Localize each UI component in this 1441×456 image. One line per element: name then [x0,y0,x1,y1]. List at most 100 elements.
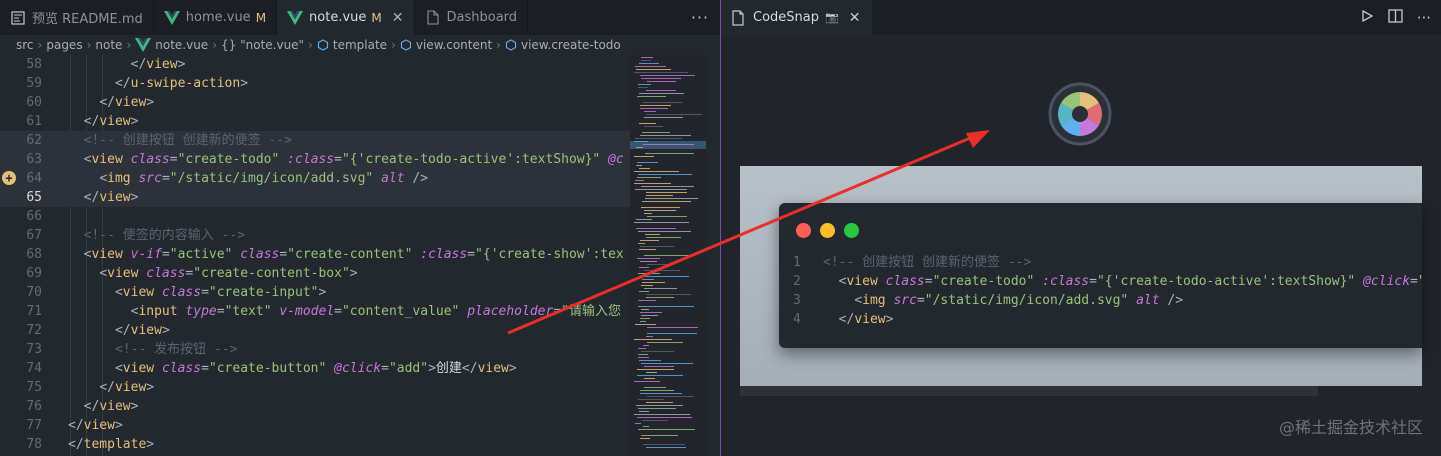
code-line[interactable]: 75 </view> [0,378,630,397]
code-line[interactable]: 63 <view class="create-todo" :class="{'c… [0,150,630,169]
minimap-line [643,144,694,145]
minimap-line [640,75,695,76]
minimap-line [635,324,656,325]
tab-note-vue[interactable]: note.vue M ✕ [277,0,415,35]
modified-badge: M [371,10,382,25]
minimap-line [642,201,691,202]
code-line[interactable]: 69 <view class="create-content-box"> [0,264,630,283]
breadcrumb-item[interactable]: note.vue [135,38,208,52]
split-editor-icon[interactable] [1388,8,1403,27]
minimap[interactable] [630,55,706,456]
minimap-line [635,423,641,424]
code-line[interactable]: 73 <!-- 发布按钮 --> [0,340,630,359]
line-number: 59 [26,76,42,91]
element-icon [505,39,517,51]
tab-label: 预览 README.md [32,12,143,27]
code-line[interactable]: 67 <!-- 便签的内容输入 --> [0,226,630,245]
minimap-line [635,138,682,139]
minimap-line [634,222,689,223]
minimap-line [638,273,660,274]
tab-codesnap[interactable]: CodeSnap 📷 ✕ [721,0,873,35]
code-text: <!-- 发布按钮 --> [114,342,238,357]
code-line[interactable]: 76 </view> [0,397,630,416]
code-line[interactable]: 61 </view> [0,112,630,131]
minimap-line [636,69,671,70]
minimap-line [647,333,697,334]
code-text: <view class="create-input"> [114,285,327,300]
minimap-line [641,315,658,316]
line-number: 74 [26,361,42,376]
tab-label: Dashboard [446,10,518,25]
code-line[interactable]: 74 <view class="create-button" @click="a… [0,359,630,378]
code-line[interactable]: 71 <input type="text" v-model="content_v… [0,302,630,321]
code-line[interactable]: 77 </view> [0,416,630,435]
minimap-line [646,447,686,448]
lightbulb-icon[interactable]: + [2,171,16,185]
minimap-line [638,354,648,355]
code-line[interactable]: 66 [0,207,630,226]
vertical-scrollbar[interactable] [706,55,720,456]
code-line[interactable]: 65 </view> [0,188,630,207]
code-line[interactable]: 58 </view> [0,55,630,74]
minimap-line [640,240,659,241]
minimap-line [644,210,676,211]
codesnap-content: 1 <!-- 创建按钮 创建新的便签 --> 2 <view class="crea… [721,35,1441,456]
breadcrumb-item[interactable]: {} "note.vue" [221,38,304,52]
line-number: 71 [26,304,42,319]
minimap-line [646,90,676,91]
minimap-line [636,219,652,220]
breadcrumb-item[interactable]: note [95,38,122,52]
minimap-line [641,363,693,364]
modified-badge: M [255,10,267,25]
minimap-line [641,435,678,436]
breadcrumb-item[interactable]: view.content [400,38,492,52]
minimap-line [638,306,694,307]
minimap-line [646,297,674,298]
code-editor[interactable]: 58 </view> 59 </u-swipe-action> 60 </view>… [0,55,630,456]
minimap-line [643,444,685,445]
line-number: 75 [26,380,42,395]
minimap-line [638,87,648,88]
minimap-line [643,102,682,103]
code-text: </view> [68,418,123,433]
breadcrumb-item[interactable]: pages [46,38,82,52]
minimap-line [640,393,682,394]
close-icon[interactable]: ✕ [392,10,404,26]
minimap-line [641,60,651,61]
code-line[interactable]: 78 </template> [0,435,630,454]
line-number: 62 [26,133,42,148]
chevron-right-icon: › [37,38,43,52]
snippet-line: 1 <!-- 创建按钮 创建新的便签 --> [779,253,1422,272]
line-number: 65 [26,190,42,205]
code-line[interactable]: 70 <view class="create-input"> [0,283,630,302]
chevron-right-icon: › [496,38,501,52]
tab-dashboard[interactable]: Dashboard [415,0,529,35]
minimap-line [641,57,653,58]
minimap-line [644,111,656,112]
code-text: </view> [99,95,155,110]
more-actions-button[interactable]: ··· [680,0,720,35]
shutter-icon[interactable] [1048,82,1112,146]
tab-readme-md[interactable]: 预览 README.md [0,0,154,35]
code-line[interactable]: 64 <img src="/static/img/icon/add.svg" a… [0,169,630,188]
minimap-line [637,369,674,370]
breadcrumb-label: {} "note.vue" [221,38,305,52]
run-icon[interactable] [1360,9,1374,27]
breadcrumb-item[interactable]: src [16,38,34,52]
code-line[interactable]: 59 </u-swipe-action> [0,74,630,93]
minimap-line [646,192,687,193]
close-icon[interactable]: ✕ [849,10,861,26]
code-text: <img src="/static/img/icon/add.svg" alt … [854,293,1184,308]
tab-home-vue[interactable]: home.vue M [154,0,278,35]
code-line[interactable]: 68 <view v-if="active" class="create-con… [0,245,630,264]
minimap-line [644,366,674,367]
minimap-line [647,216,687,217]
code-line[interactable]: 72 </view> [0,321,630,340]
breadcrumb-item[interactable]: view.create-todo [505,38,621,52]
file-icon [425,10,441,26]
more-actions-icon[interactable]: ··· [1417,9,1431,27]
breadcrumb-item[interactable]: template [317,38,387,52]
code-line[interactable]: 60 </view> [0,93,630,112]
code-line[interactable]: 62 <!-- 创建按钮 创建新的便签 --> [0,131,630,150]
minimap-line [642,276,689,277]
